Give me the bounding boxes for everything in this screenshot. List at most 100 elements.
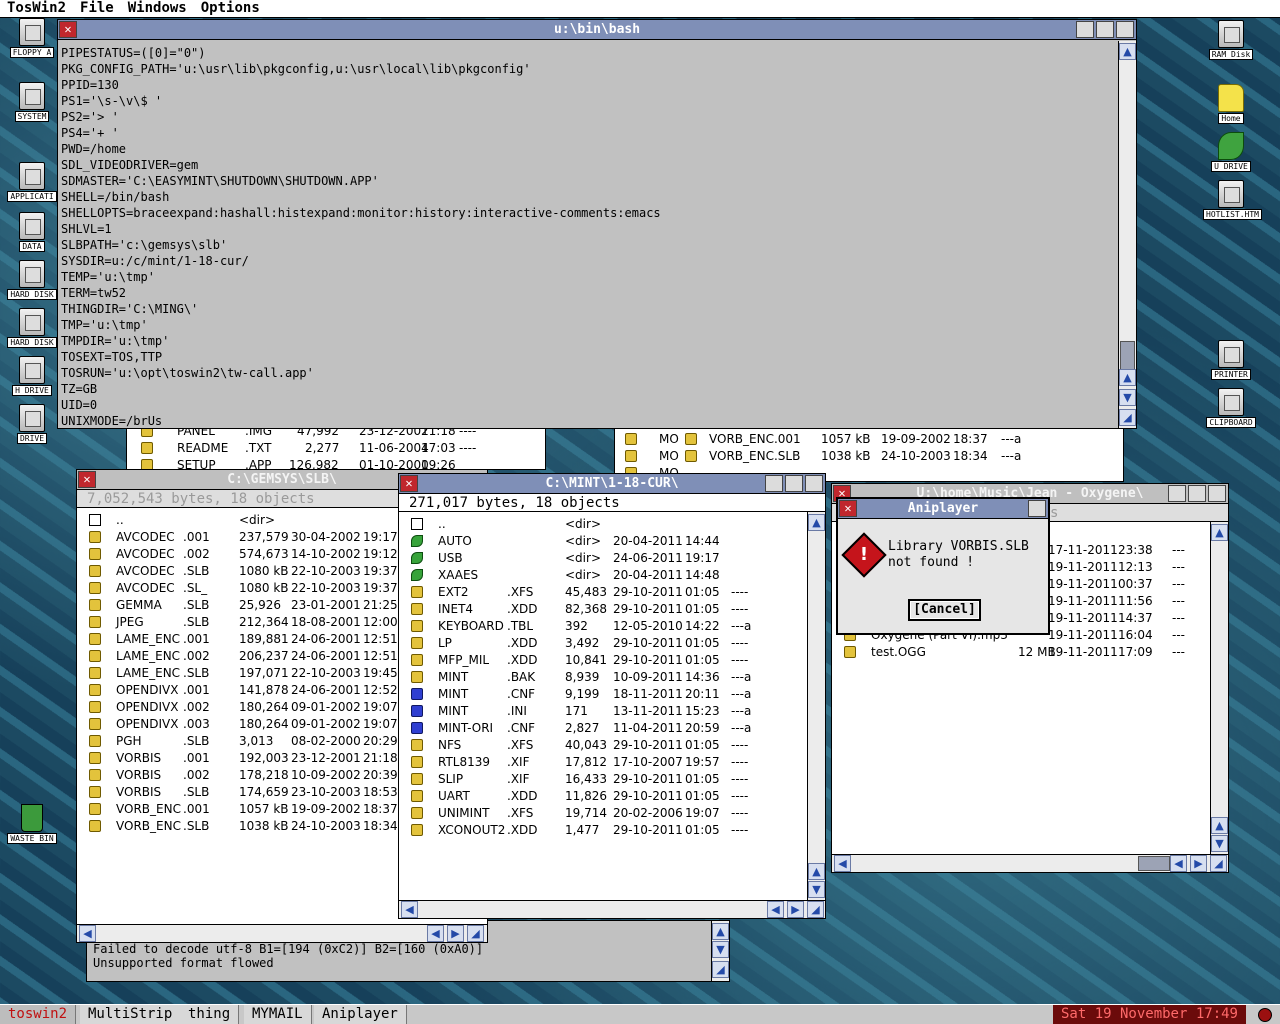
window-title-bar[interactable]: ✕ C:\MINT\1-18-CUR\: [399, 474, 825, 494]
list-item[interactable]: EXT2 .XFS 45,483 29-10-2011 01:05 ----: [405, 584, 795, 601]
desktop-icon-u-drive[interactable]: U DRIVE: [1203, 132, 1259, 172]
scroll-up-icon[interactable]: ▲: [1211, 817, 1228, 834]
close-icon[interactable]: ✕: [59, 21, 77, 38]
taskbar-item-multistrip[interactable]: MultiStrip: [80, 1005, 182, 1024]
desktop-icon-drive[interactable]: DRIVE: [4, 404, 60, 444]
scroll-up-icon[interactable]: ▲: [1119, 43, 1136, 60]
list-item[interactable]: MINT .INI 171 13-11-2011 15:23 ---a: [405, 703, 795, 720]
list-item[interactable]: MO: [623, 431, 679, 448]
cancel-button[interactable]: [Cancel]: [908, 599, 981, 621]
scroll-up-icon[interactable]: ▲: [808, 514, 825, 531]
list-item[interactable]: MFP_MIL .XDD 10,841 29-10-2011 01:05 ----: [405, 652, 795, 669]
scroll-down-icon[interactable]: ▼: [1119, 389, 1136, 406]
close-icon[interactable]: ✕: [400, 475, 418, 492]
menu-windows[interactable]: Windows: [121, 0, 194, 17]
list-item[interactable]: VORB_ENC.001 1057 kB 19-09-2002 18:37 --…: [683, 431, 1063, 448]
scroll-left-icon[interactable]: ◀: [767, 901, 784, 918]
list-item[interactable]: VORB_ENC.SLB 1038 kB 24-10-2003 18:34 --…: [683, 448, 1063, 465]
scroll-up-icon[interactable]: ▲: [808, 863, 825, 880]
scroll-thumb[interactable]: [1138, 856, 1170, 871]
taskbar-item-aniplayer[interactable]: Aniplayer: [314, 1005, 407, 1024]
vertical-scrollbar[interactable]: ▲ ▼ ◢: [711, 921, 729, 981]
scroll-left-icon[interactable]: ◀: [834, 855, 851, 872]
scroll-down-icon[interactable]: ▼: [1211, 835, 1228, 852]
scroll-left-icon[interactable]: ◀: [401, 901, 418, 918]
fuller-icon[interactable]: [805, 475, 823, 492]
scroll-up-icon[interactable]: ▲: [712, 923, 729, 940]
scroll-up-icon[interactable]: ▲: [1211, 524, 1228, 541]
taskbar-item-mymail[interactable]: MYMAIL: [244, 1005, 312, 1024]
list-item[interactable]: MINT-ORI .CNF 2,827 11-04-2011 20:59 ---a: [405, 720, 795, 737]
resize-icon[interactable]: ◢: [1210, 855, 1227, 872]
close-icon[interactable]: ✕: [78, 471, 96, 488]
desktop-icon-ram-disk[interactable]: RAM Disk: [1203, 20, 1259, 60]
desktop-icon-h-drive[interactable]: H DRIVE: [4, 356, 60, 396]
list-item[interactable]: MINT .BAK 8,939 10-09-2011 14:36 ---a: [405, 669, 795, 686]
resize-icon[interactable]: ◢: [712, 961, 729, 978]
list-item[interactable]: UNIMINT .XFS 19,714 20-02-2006 19:07 ----: [405, 805, 795, 822]
terminal-output[interactable]: PIPESTATUS=([0]="0") PKG_CONFIG_PATH='u:\…: [59, 41, 1116, 428]
scroll-right-icon[interactable]: ▶: [787, 901, 804, 918]
scroll-up-icon[interactable]: ▲: [1119, 369, 1136, 386]
fuller-icon[interactable]: [1116, 21, 1134, 38]
fuller-icon[interactable]: [1028, 500, 1046, 517]
scroll-down-icon[interactable]: ▼: [808, 881, 825, 898]
horizontal-scrollbar[interactable]: ◀ ◀ ▶ ◢: [77, 924, 487, 942]
horizontal-scrollbar[interactable]: ◀ ◀ ▶ ◢: [399, 900, 825, 918]
list-item[interactable]: KEYBOARD .TBL 392 12-05-2010 14:22 ---a: [405, 618, 795, 635]
list-item[interactable]: USB <dir> 24-06-2011 19:17: [405, 550, 795, 567]
desktop-icon-waste-bin[interactable]: WASTE BIN: [4, 804, 60, 844]
menu-file[interactable]: File: [73, 0, 121, 17]
list-item[interactable]: MO: [623, 448, 679, 465]
list-item[interactable]: .. <dir>: [405, 516, 795, 533]
window-title-bar[interactable]: ✕ u:\bin\bash: [58, 20, 1136, 40]
scroll-left-icon[interactable]: ◀: [427, 925, 444, 942]
scroll-right-icon[interactable]: ▶: [1190, 855, 1207, 872]
desktop-icon-system[interactable]: SYSTEM: [4, 82, 60, 122]
backdrop-icon[interactable]: [1188, 485, 1206, 502]
list-item[interactable]: UART .XDD 11,826 29-10-2011 01:05 ----: [405, 788, 795, 805]
desktop-icon-clipboard[interactable]: CLIPBOARD: [1203, 388, 1259, 428]
desktop-icon-hard-disk-2[interactable]: HARD DISK: [4, 308, 60, 348]
iconify-icon[interactable]: [765, 475, 783, 492]
list-item[interactable]: SLIP .XIF 16,433 29-10-2011 01:05 ----: [405, 771, 795, 788]
scroll-right-icon[interactable]: ▶: [447, 925, 464, 942]
resize-icon[interactable]: ◢: [807, 901, 824, 918]
list-item[interactable]: NFS .XFS 40,043 29-10-2011 01:05 ----: [405, 737, 795, 754]
scroll-left-icon[interactable]: ◀: [1170, 855, 1187, 872]
list-item[interactable]: AUTO <dir> 20-04-2011 14:44: [405, 533, 795, 550]
backdrop-icon[interactable]: [785, 475, 803, 492]
list-item[interactable]: XCONOUT2 .XDD 1,477 29-10-2011 01:05 ----: [405, 822, 795, 839]
iconify-icon[interactable]: [1076, 21, 1094, 38]
scroll-left-icon[interactable]: ◀: [79, 925, 96, 942]
list-item[interactable]: MINT .CNF 9,199 18-11-2011 20:11 ---a: [405, 686, 795, 703]
desktop-icon-applications[interactable]: APPLICATI: [4, 162, 60, 202]
fuller-icon[interactable]: [1208, 485, 1226, 502]
menu-toswin2[interactable]: TosWin2: [0, 0, 73, 17]
desktop-icon-hard-disk-1[interactable]: HARD DISK: [4, 260, 60, 300]
desktop-icon-home[interactable]: Home: [1203, 84, 1259, 124]
resize-icon[interactable]: ◢: [1119, 409, 1136, 426]
vertical-scrollbar[interactable]: ▲ ▲ ▼: [807, 512, 825, 900]
desktop-icon-data[interactable]: DATA: [4, 212, 60, 252]
list-item[interactable]: test.OGG 12 MB 19-11-2011 17:09 ---: [838, 644, 1228, 661]
resize-icon[interactable]: ◢: [467, 925, 484, 942]
list-item[interactable]: LP .XDD 3,492 29-10-2011 01:05 ----: [405, 635, 795, 652]
close-icon[interactable]: ✕: [839, 500, 857, 517]
menu-options[interactable]: Options: [194, 0, 267, 17]
list-item[interactable]: RTL8139 .XIF 17,812 17-10-2007 19:57 ----: [405, 754, 795, 771]
desktop-icon-hotlist[interactable]: HOTLIST.HTM: [1203, 180, 1262, 220]
horizontal-scrollbar[interactable]: ◀ ◀ ▶ ◢: [832, 854, 1228, 872]
taskbar-item-thing[interactable]: thing: [180, 1005, 240, 1024]
list-item[interactable]: XAAES <dir> 20-04-2011 14:48: [405, 567, 795, 584]
vertical-scrollbar[interactable]: ▲ ▲ ▼ ◢: [1118, 41, 1136, 428]
iconify-icon[interactable]: [1168, 485, 1186, 502]
list-item[interactable]: INET4 .XDD 82,368 29-10-2011 01:05 ----: [405, 601, 795, 618]
desktop-icon-printer[interactable]: PRINTER: [1203, 340, 1259, 380]
dialog-title-bar[interactable]: ✕ Aniplayer: [838, 499, 1048, 519]
scroll-down-icon[interactable]: ▼: [712, 941, 729, 958]
taskbar-item-toswin2[interactable]: toswin2: [0, 1005, 77, 1024]
desktop-icon-floppy[interactable]: FLOPPY A: [4, 18, 60, 58]
vertical-scrollbar[interactable]: ▲ ▲ ▼: [1210, 522, 1228, 854]
list-item[interactable]: README .TXT 2,277 11-06-2004 17:03 ----: [139, 440, 539, 457]
